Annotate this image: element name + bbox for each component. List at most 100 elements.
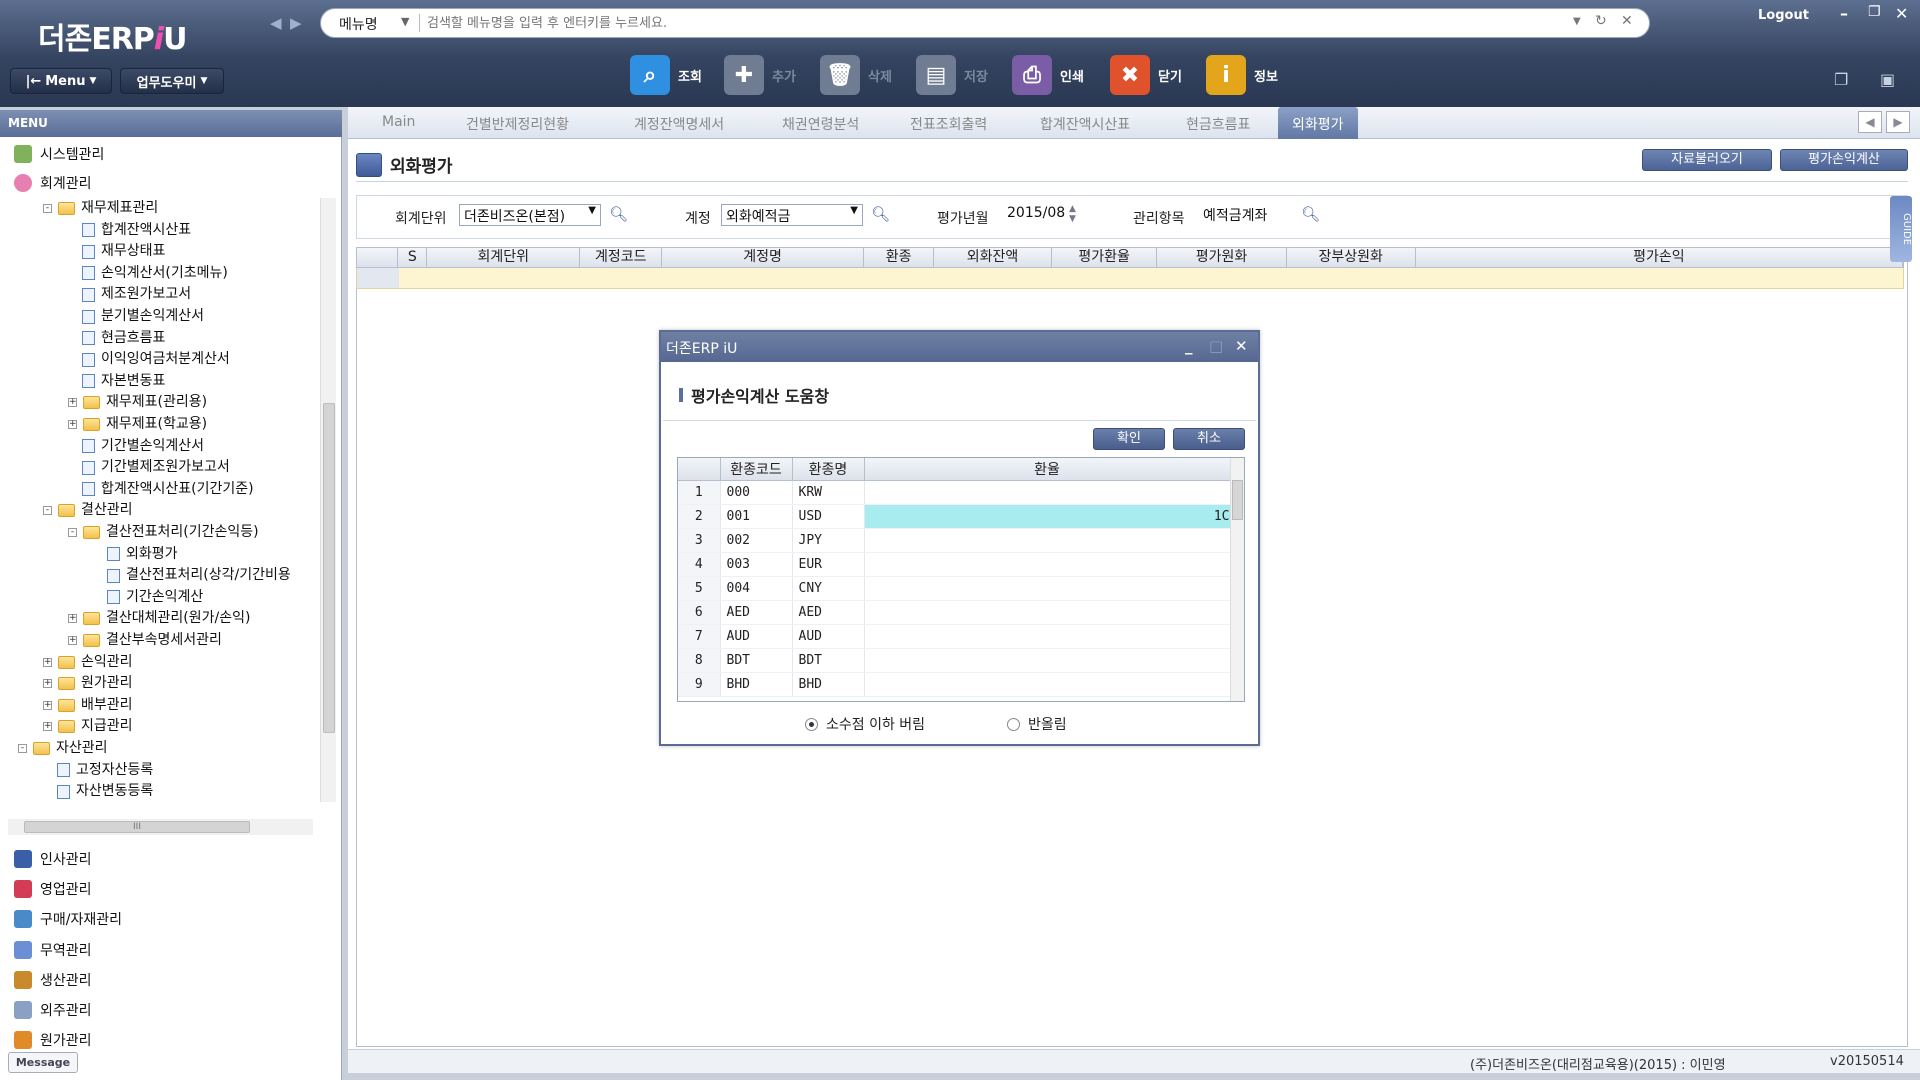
tab-2[interactable]: 건별반제정리현황: [466, 114, 569, 134]
window-cascade-icon[interactable]: ❐: [1834, 70, 1848, 89]
tree-item[interactable]: 분기별손익계산서: [82, 306, 204, 327]
expand-icon[interactable]: +: [43, 657, 52, 667]
grid-column-header[interactable]: 계정코드: [580, 248, 663, 267]
search-icon[interactable]: 🔍︎: [871, 205, 890, 223]
spin-buttons-icon[interactable]: ▲ ▼: [1069, 204, 1076, 224]
tree-item[interactable]: 손익계산서(기초메뉴): [82, 263, 228, 284]
tab-1[interactable]: Main: [382, 114, 415, 130]
tree-item[interactable]: 이익잉여금처분계산서: [82, 349, 230, 370]
tree-item[interactable]: 결산전표처리(상각/기간비용: [107, 565, 291, 586]
cell-rate[interactable]: [864, 600, 1231, 625]
cancel-button[interactable]: 취소: [1173, 428, 1245, 450]
tree-item[interactable]: 기간별제조원가보고서: [82, 457, 230, 478]
tree-folder[interactable]: + 지급관리: [43, 716, 133, 737]
category-1[interactable]: 인사관리: [14, 849, 92, 869]
dialog-grid-scrollbar[interactable]: [1230, 458, 1244, 701]
category-3[interactable]: 구매/자재관리: [14, 909, 122, 929]
currency-row[interactable]: 8 BDT BDT: [678, 648, 1231, 673]
cell-rate[interactable]: [864, 624, 1231, 649]
expand-icon[interactable]: +: [68, 614, 77, 624]
calc-pl-button[interactable]: 평가손익계산: [1780, 149, 1908, 171]
tree-item[interactable]: 외화평가: [107, 544, 178, 565]
clear-icon[interactable]: ✕: [1621, 13, 1633, 29]
tree-folder[interactable]: + 배부관리: [43, 695, 133, 716]
category-6[interactable]: 외주관리: [14, 1000, 92, 1020]
grid-column-header[interactable]: 장부상원화: [1287, 248, 1416, 267]
refresh-icon[interactable]: ↻: [1595, 13, 1607, 29]
collapse-icon[interactable]: -: [43, 506, 52, 516]
toolbar-printer-button[interactable]: ⎙ 인쇄: [1012, 52, 1084, 98]
tree-item[interactable]: 현금흐름표: [82, 328, 165, 349]
tab-5[interactable]: 전표조회출력: [910, 114, 987, 134]
item-input[interactable]: 예적금계좌: [1199, 204, 1291, 226]
expand-icon[interactable]: +: [43, 722, 52, 732]
currency-row[interactable]: 1 000 KRW: [678, 480, 1231, 505]
grid-column-header[interactable]: 평가원화: [1157, 248, 1287, 267]
tab-8[interactable]: 외화평가: [1278, 107, 1358, 139]
tree-folder[interactable]: + 결산부속명세서관리: [68, 630, 222, 651]
grid-column-header[interactable]: 평가환율: [1052, 248, 1158, 267]
tree-item[interactable]: 기간별손익계산서: [82, 436, 204, 457]
tree-item[interactable]: 고정자산등록: [57, 760, 153, 781]
cell-rate[interactable]: [864, 648, 1231, 673]
tree-folder[interactable]: + 재무제표(학교용): [68, 414, 207, 435]
tree-folder[interactable]: - 자산관리: [18, 738, 108, 759]
collapse-icon[interactable]: -: [18, 744, 27, 753]
grid-column-header[interactable]: S: [398, 248, 428, 267]
tree-item[interactable]: 자산변동등록: [57, 781, 153, 802]
tab-3[interactable]: 계정잔액명세서: [634, 114, 724, 134]
expand-icon[interactable]: +: [68, 398, 77, 408]
menu-button[interactable]: |← Menu ▼: [10, 68, 112, 94]
chevron-down-icon[interactable]: ▼: [401, 15, 409, 28]
search-category-select[interactable]: 메뉴명: [339, 14, 378, 34]
currency-row[interactable]: 5 004 CNY: [678, 576, 1231, 601]
tab-prev-icon[interactable]: ◀: [1858, 111, 1882, 133]
message-button[interactable]: Message: [8, 1052, 78, 1073]
tree-horizontal-scrollbar[interactable]: III: [8, 819, 313, 835]
category-5[interactable]: 생산관리: [14, 970, 92, 990]
tree-item[interactable]: 합계잔액시산표: [82, 220, 191, 241]
currency-row[interactable]: 7 AUD AUD: [678, 624, 1231, 649]
currency-row[interactable]: 6 AED AED: [678, 600, 1231, 625]
screen-capture-icon[interactable]: ▣: [1880, 70, 1895, 89]
forward-arrow-icon[interactable]: ▶: [290, 14, 302, 32]
cell-rate[interactable]: [864, 576, 1231, 601]
tree-folder[interactable]: + 원가관리: [43, 673, 133, 694]
grid-column-header[interactable]: 계정명: [662, 248, 864, 267]
search-icon[interactable]: 🔍︎: [1301, 205, 1320, 223]
dialog-close-icon[interactable]: ✕: [1235, 337, 1248, 355]
tree-folder[interactable]: + 재무제표(관리용): [68, 392, 207, 413]
cell-rate[interactable]: [864, 480, 1231, 505]
collapse-icon[interactable]: -: [68, 528, 77, 537]
tab-next-icon[interactable]: ▶: [1886, 111, 1910, 133]
tree-item[interactable]: 합계잔액시산표(기간기준): [82, 479, 254, 500]
category-7[interactable]: 원가관리: [14, 1030, 92, 1050]
toolbar-search-button[interactable]: ⌕ 조회: [630, 52, 702, 98]
tree-folder[interactable]: - 결산관리: [43, 500, 133, 521]
tree-item[interactable]: 자본변동표: [82, 371, 165, 392]
tree-item[interactable]: 제조원가보고서: [82, 284, 191, 305]
tree-vertical-scrollbar[interactable]: [320, 198, 336, 802]
tab-4[interactable]: 채권연령분석: [782, 114, 859, 134]
expand-icon[interactable]: +: [43, 679, 52, 689]
tree-folder[interactable]: - 재무제표관리: [43, 198, 158, 219]
currency-row[interactable]: 3 002 JPY: [678, 528, 1231, 553]
grid-column-header[interactable]: 회계단위: [427, 248, 581, 267]
grid-column-header[interactable]: 평가손익: [1416, 248, 1904, 267]
dialog-minimize-icon[interactable]: _: [1185, 337, 1193, 355]
collapse-icon[interactable]: -: [43, 204, 52, 213]
account-select[interactable]: 외화예적금 ▼: [721, 204, 863, 226]
category-system[interactable]: 시스템관리: [14, 144, 104, 164]
minimize-window-icon[interactable]: –: [1840, 4, 1848, 23]
expand-icon[interactable]: +: [68, 636, 77, 645]
cell-rate[interactable]: [864, 552, 1231, 577]
history-dropdown-icon[interactable]: ▼: [1573, 16, 1581, 27]
grid-empty-row[interactable]: [356, 268, 1904, 289]
unit-select[interactable]: 더존비즈온(본점) ▼: [459, 204, 601, 226]
search-input[interactable]: [427, 13, 1477, 33]
period-input[interactable]: 2015/08: [1003, 204, 1091, 226]
logout-button[interactable]: Logout: [1758, 8, 1809, 23]
load-data-button[interactable]: 자료불러오기: [1642, 149, 1772, 171]
tree-folder[interactable]: - 결산전표처리(기간손익등): [68, 522, 259, 543]
radio-round[interactable]: 반올림: [1007, 714, 1067, 734]
